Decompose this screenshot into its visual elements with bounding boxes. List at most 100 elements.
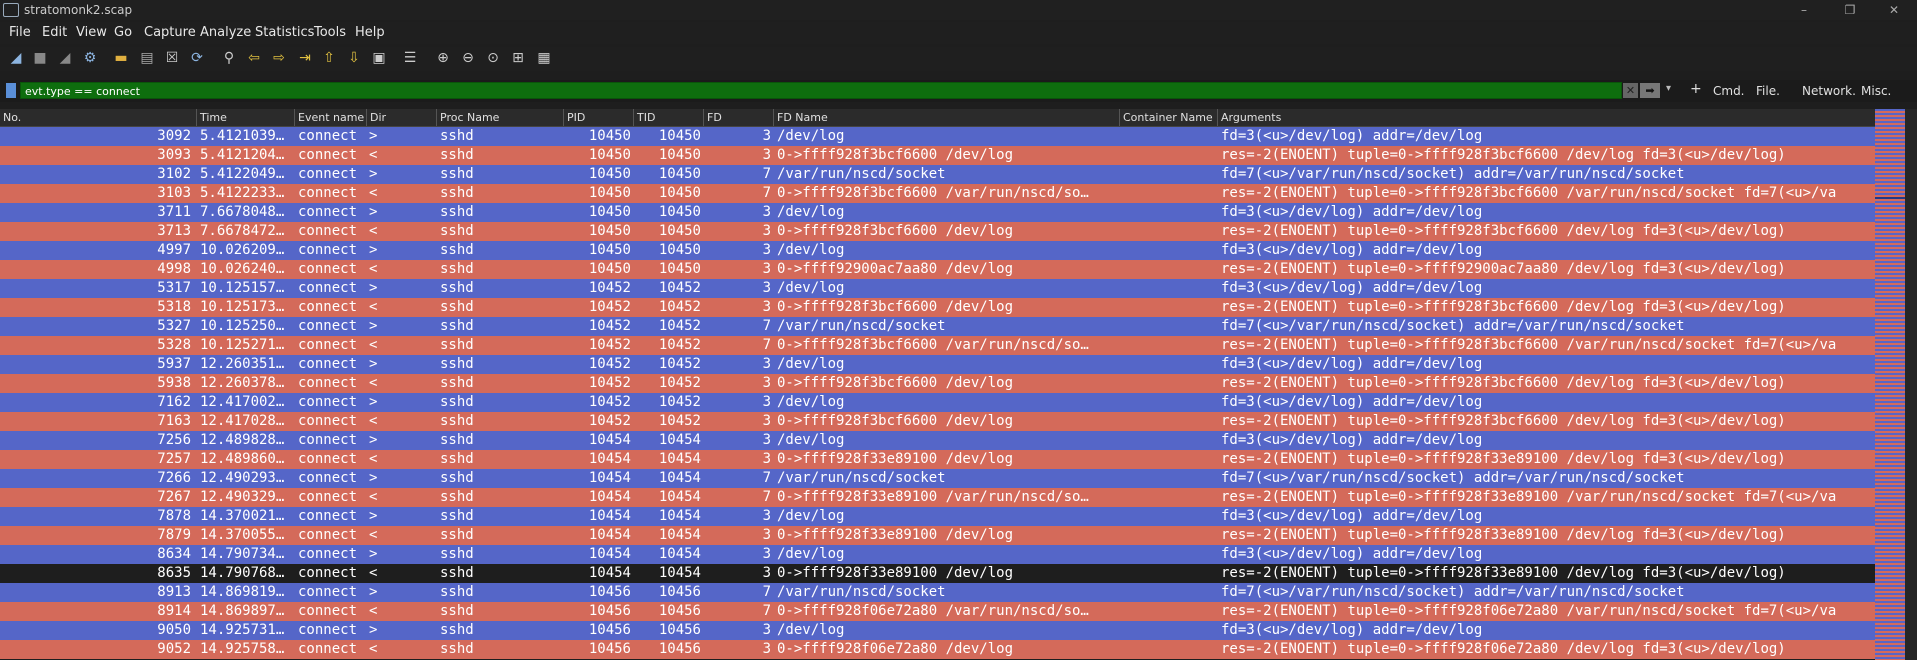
row-dir: < [369,185,378,201]
menu-view[interactable]: View [76,25,107,40]
column-header-fd[interactable]: FD [704,109,774,126]
menu-go[interactable]: Go [114,25,132,40]
table-row[interactable]: 8914 14.869897… connect < sshd 10456 10456 7 0->… [0,602,1875,621]
row-event-name: connect [298,204,358,220]
table-row[interactable]: 3093 5.4121204… connect < sshd 10450 10450 3 0->… [0,146,1875,165]
display-filter-input[interactable]: evt.type == connect [20,82,1622,99]
filter-history-chevron-icon[interactable]: ▾ [1666,83,1671,94]
table-row[interactable]: 7256 12.489828… connect > sshd 10454 10454 3/de… [0,431,1875,450]
filter-button-misc[interactable]: Misc. [1861,84,1891,98]
zoom-reset-icon[interactable]: ⊙ [484,49,502,67]
table-row[interactable]: 8635 14.790768… connect < sshd 10454 10454 3 0->… [0,564,1875,583]
column-header-dir[interactable]: Dir [367,109,437,126]
reload-file-icon[interactable]: ⟳ [188,49,206,67]
restart-capture-icon[interactable]: ◢ [56,49,74,67]
column-header-time[interactable]: Time [197,109,295,126]
resize-columns-icon[interactable]: ⊞ [509,49,527,67]
row-dir: < [369,641,378,657]
save-file-icon[interactable]: ▤ [138,49,156,67]
table-row[interactable]: 5327 10.125250… connect > sshd 10452 10452 7/va… [0,317,1875,336]
row-proc-name: sshd [440,337,474,353]
table-row[interactable]: 3713 7.6678472… connect < sshd 10450 10450 3 0->… [0,222,1875,241]
table-row[interactable]: 8913 14.869819… connect > sshd 10456 10456 7/va… [0,583,1875,602]
row-fd: 3 [762,261,771,277]
table-row[interactable]: 7163 12.417028… connect < sshd 10452 10452 3 0->… [0,412,1875,431]
event-minimap[interactable] [1875,109,1905,660]
go-to-packet-icon[interactable]: ⇥ [296,49,314,67]
filter-button-file[interactable]: File. [1756,84,1780,98]
stop-capture-icon[interactable]: ■ [31,49,49,67]
zoom-out-icon[interactable]: ⊖ [459,49,477,67]
find-icon[interactable]: ⚲ [220,49,238,67]
table-row[interactable]: 5317 10.125157… connect > sshd 10452 10452 3/de… [0,279,1875,298]
menu-analyze[interactable]: Analyze [200,25,251,40]
column-header-tid[interactable]: TID [634,109,704,126]
row-proc-name: sshd [440,451,474,467]
row-arguments: fd=3(<u>/dev/log) addr=/dev/log [1221,128,1483,144]
table-row[interactable]: 8634 14.790734… connect > sshd 10454 10454 3/de… [0,545,1875,564]
column-header-no[interactable]: No. [0,109,197,126]
menu-file[interactable]: File [9,25,31,40]
column-header-pid[interactable]: PID [564,109,634,126]
capture-options-icon[interactable]: ⚙ [81,49,99,67]
column-header-arguments[interactable]: Arguments [1218,109,1875,126]
menu-capture[interactable]: Capture [144,25,196,40]
colorize-icon[interactable]: ☰ [401,49,419,67]
menu-tools[interactable]: Tools [314,25,346,40]
maximize-button[interactable]: ❐ [1827,0,1873,20]
filter-button-cmd[interactable]: Cmd. [1713,84,1745,98]
table-row[interactable]: 4997 10.026209… connect > sshd 10450 10450 3/de… [0,241,1875,260]
close-button[interactable]: ✕ [1871,0,1917,20]
row-no: 5317 [157,280,191,296]
row-proc-name: sshd [440,394,474,410]
row-fd-name: 0->ffff928f3bcf6600 /dev/log [777,147,1014,163]
column-header-event-name[interactable]: Event name [295,109,367,126]
layout-icon[interactable]: ▦ [535,49,553,67]
clear-filter-icon[interactable]: ✕ [1623,83,1638,98]
filter-button-network[interactable]: Network. [1802,84,1856,98]
table-row[interactable]: 7879 14.370055… connect < sshd 10454 10454 3 0->… [0,526,1875,545]
row-dir: > [369,204,378,220]
table-row[interactable]: 5318 10.125173… connect < sshd 10452 10452 3 0->… [0,298,1875,317]
table-row[interactable]: 5937 12.260351… connect > sshd 10452 10452 3/de… [0,355,1875,374]
zoom-in-icon[interactable]: ⊕ [434,49,452,67]
go-last-icon[interactable]: ⇩ [345,49,363,67]
close-file-icon[interactable]: ☒ [163,49,181,67]
table-row[interactable]: 5328 10.125271… connect < sshd 10452 10452 7 0->… [0,336,1875,355]
row-dir: < [369,565,378,581]
table-row[interactable]: 3102 5.4122049… connect > sshd 10450 10450 7/va… [0,165,1875,184]
go-forward-icon[interactable]: ⇨ [270,49,288,67]
table-row[interactable]: 3092 5.4121039… connect > sshd 10450 10450 3/de… [0,127,1875,146]
apply-filter-icon[interactable]: ➡ [1640,83,1660,98]
go-back-icon[interactable]: ⇦ [245,49,263,67]
autoscroll-icon[interactable]: ▣ [370,49,388,67]
bookmark-icon[interactable] [6,83,16,98]
table-row[interactable]: 7878 14.370021… connect > sshd 10454 10454 3/de… [0,507,1875,526]
go-first-icon[interactable]: ⇧ [320,49,338,67]
table-row[interactable]: 7162 12.417002… connect > sshd 10452 10452 3/de… [0,393,1875,412]
table-row[interactable]: 3103 5.4122233… connect < sshd 10450 10450 7 0->… [0,184,1875,203]
table-row[interactable]: 9052 14.925758… connect < sshd 10456 10456 3 0->… [0,640,1875,659]
add-filter-button-icon[interactable]: + [1690,81,1702,97]
menu-help[interactable]: Help [355,25,385,40]
open-file-icon[interactable]: ▬ [112,49,130,67]
start-capture-icon[interactable]: ◢ [7,49,25,67]
table-row[interactable]: 7267 12.490329… connect < sshd 10454 10454 7 0->… [0,488,1875,507]
table-row[interactable]: 9050 14.925731… connect > sshd 10456 10456 3/de… [0,621,1875,640]
menu-edit[interactable]: Edit [42,25,67,40]
column-header-container-name[interactable]: Container Name [1120,109,1218,126]
table-row[interactable]: 5938 12.260378… connect < sshd 10452 10452 3 0->… [0,374,1875,393]
minimize-button[interactable]: – [1781,0,1827,20]
column-header-proc-name[interactable]: Proc Name [437,109,564,126]
row-fd: 7 [762,489,771,505]
row-tid: 10454 [658,508,701,524]
table-row[interactable]: 7257 12.489860… connect < sshd 10454 10454 3 0->… [0,450,1875,469]
vertical-scrollbar[interactable] [1905,109,1917,660]
row-fd-name: 0->ffff928f33e89100 /dev/log [777,527,1014,543]
table-row[interactable]: 7266 12.490293… connect > sshd 10454 10454 7/va… [0,469,1875,488]
table-row[interactable]: 3711 7.6678048… connect > sshd 10450 10450 3/de… [0,203,1875,222]
row-fd-name: 0->ffff928f33e89100 /var/run/nscd/so… [777,489,1089,505]
menu-statistics[interactable]: Statistics [255,25,314,40]
table-row[interactable]: 4998 10.026240… connect < sshd 10450 10450 3 0->… [0,260,1875,279]
column-header-fd-name[interactable]: FD Name [774,109,1120,126]
